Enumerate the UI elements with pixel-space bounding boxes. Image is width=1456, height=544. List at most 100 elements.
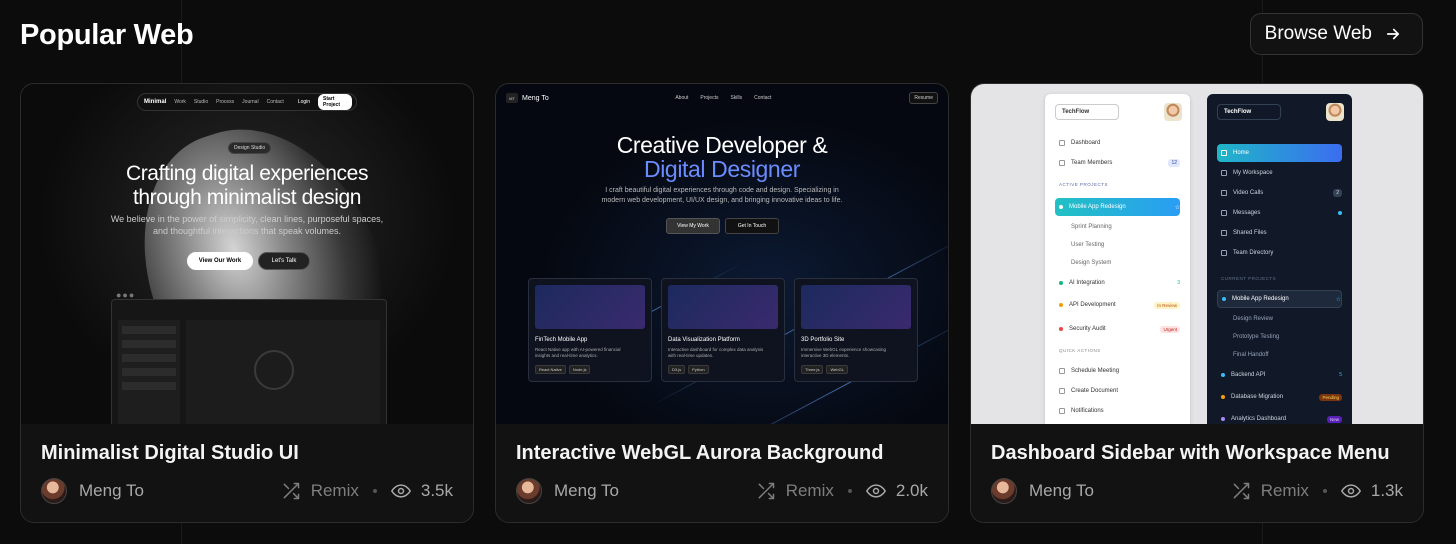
nav-subitem: User Testing [1071, 242, 1105, 248]
eye-icon [390, 484, 411, 498]
section-label: ACTIVE PROJECTS [1059, 182, 1109, 187]
nav-item-active: Home [1217, 144, 1342, 162]
nav-item: Analytics Dashboard New [1217, 412, 1342, 424]
author-name[interactable]: Meng To [1029, 481, 1094, 501]
view-count: 2.0k [895, 481, 928, 500]
nav-subitem: Sprint Planning [1071, 224, 1112, 230]
view-count: 3.5k [420, 481, 453, 500]
thumb-navbar: MT Meng To About Projects Skills Contact… [506, 90, 938, 106]
window-sidebar [118, 320, 180, 424]
thumb-brand: Meng To [522, 94, 549, 102]
nav-item: Backend API 5 [1217, 368, 1342, 382]
nav-item: Messages [1217, 206, 1342, 220]
author-avatar[interactable] [991, 478, 1017, 504]
project-desc: Immersive WebGL experience showcasing int… [801, 347, 887, 358]
card-thumbnail[interactable]: Minimal Work Studio Process Journal Cont… [21, 84, 473, 424]
thumb-cta: Start Project [318, 94, 352, 110]
section-label: QUICK ACTIONS [1059, 348, 1101, 353]
nav-item: Notifications [1055, 404, 1180, 418]
nav-item: Shared Files [1217, 226, 1342, 240]
nav-item: AI Integration 3 [1055, 276, 1180, 290]
nav-item: Create Document [1055, 384, 1180, 398]
nav-item: API Development In Review [1055, 298, 1180, 312]
project-desc: React Native app with AI-powered financi… [535, 347, 621, 358]
card-title[interactable]: Interactive WebGL Aurora Background [516, 442, 884, 465]
nav-subitem: Design System [1071, 260, 1112, 266]
separator-dot [847, 489, 852, 493]
thumb-primary-button: View My Work [666, 218, 720, 234]
project-image [801, 285, 911, 329]
thumb-project-card: 3D Portfolio Site Immersive WebGL experi… [794, 278, 918, 382]
nav-item: Schedule Meeting [1055, 364, 1180, 378]
thumb-nav-item: Contact [754, 95, 772, 101]
author-avatar[interactable] [41, 478, 67, 504]
nav-item-active: Mobile App Redesign ☆ [1055, 198, 1180, 216]
project-tags: D3.js Python [668, 365, 778, 374]
thumb-subtitle: We believe in the power of simplicity, c… [21, 213, 473, 237]
remix-link[interactable]: Remix [311, 481, 359, 501]
workspace-switcher: TechFlow [1055, 104, 1119, 120]
workspace-switcher: TechFlow [1217, 104, 1281, 120]
section-header: Popular Web Browse Web [20, 12, 1423, 56]
nav-subitem: Final Handoff [1233, 352, 1269, 358]
template-card-dashboard-sidebar[interactable]: TechFlow Dashboard Team Members 12 ACTIVE… [970, 83, 1424, 523]
shuffle-icon [1233, 482, 1249, 500]
nav-subitem: Design Review [1233, 316, 1274, 322]
eye-icon [1340, 484, 1361, 498]
card-meta: Meng To Remix 1.3k [991, 478, 1403, 504]
separator-dot [372, 489, 377, 493]
remix-link[interactable]: Remix [1261, 481, 1309, 501]
thumb-nav-item: Studio [193, 99, 209, 105]
thumb-navbar: Minimal Work Studio Process Journal Cont… [137, 93, 357, 111]
card-thumbnail[interactable]: MT Meng To About Projects Skills Contact… [496, 84, 948, 424]
light-sidebar-preview: TechFlow Dashboard Team Members 12 ACTIVE… [1045, 94, 1190, 424]
thumb-pill: Design Studio [228, 142, 272, 154]
author-name[interactable]: Meng To [79, 481, 144, 501]
card-stats: Remix 3.5k [281, 481, 453, 501]
card-title[interactable]: Dashboard Sidebar with Workspace Menu [991, 442, 1390, 465]
project-image [668, 285, 778, 329]
author-name[interactable]: Meng To [554, 481, 619, 501]
thumb-nav-item: Work [174, 99, 186, 105]
view-count: 1.3k [1370, 481, 1403, 500]
arrow-right-icon [1386, 28, 1400, 40]
play-circle-icon [254, 350, 294, 390]
browse-web-label: Browse Web [1264, 23, 1372, 44]
browse-web-button[interactable]: Browse Web [1249, 13, 1423, 55]
remix-link[interactable]: Remix [786, 481, 834, 501]
thumb-project-card: FinTech Mobile App React Native app with… [528, 278, 652, 382]
card-stats: Remix 1.3k [1231, 481, 1403, 501]
project-image [535, 285, 645, 329]
nav-item: Database Migration Pending [1217, 390, 1342, 404]
thumb-sub-line: I craft beautiful digital experiences th… [605, 187, 839, 194]
thumb-project-card: Data Visualization Platform Interactive … [661, 278, 785, 382]
dark-sidebar-preview: TechFlow Home My Workspace Video Calls 2 … [1207, 94, 1352, 424]
thumb-nav-item: Projects [700, 95, 719, 101]
project-tags: React Native Node.js [535, 365, 645, 374]
thumb-sub-line: modern web development, UI/UX design, an… [601, 197, 843, 204]
shuffle-icon [758, 482, 774, 500]
project-title: 3D Portfolio Site [801, 337, 845, 343]
thumb-login: Login [297, 99, 311, 105]
project-desc: Interactive dashboard for complex data a… [668, 347, 764, 358]
thumb-primary-button: View Our Work [187, 252, 253, 270]
page-title: Popular Web [20, 18, 194, 51]
card-meta: Meng To Remix 2.0k [516, 478, 928, 504]
card-thumbnail[interactable]: TechFlow Dashboard Team Members 12 ACTIVE… [971, 84, 1423, 424]
eye-icon [865, 484, 886, 498]
thumb-nav-links: About Projects Skills Contact [675, 95, 771, 101]
thumb-hero-line-accent: Digital Designer [644, 156, 800, 182]
template-card-minimalist-studio[interactable]: Minimal Work Studio Process Journal Cont… [20, 83, 474, 523]
thumb-sub-line: and thoughtful interactions that speak v… [152, 226, 342, 236]
thumb-nav-item: About [675, 95, 689, 101]
avatar [1164, 103, 1182, 121]
nav-subitem: Prototype Testing [1233, 334, 1280, 340]
shuffle-icon [283, 482, 299, 500]
card-title[interactable]: Minimalist Digital Studio UI [41, 442, 299, 465]
card-grid: Minimal Work Studio Process Journal Cont… [20, 83, 1424, 523]
template-card-webgl-aurora[interactable]: MT Meng To About Projects Skills Contact… [495, 83, 949, 523]
author-avatar[interactable] [516, 478, 542, 504]
thumb-resume-button: Resume [909, 92, 938, 104]
thumb-secondary-button: Get In Touch [725, 218, 779, 234]
project-tags: Three.js WebGL [801, 365, 911, 374]
